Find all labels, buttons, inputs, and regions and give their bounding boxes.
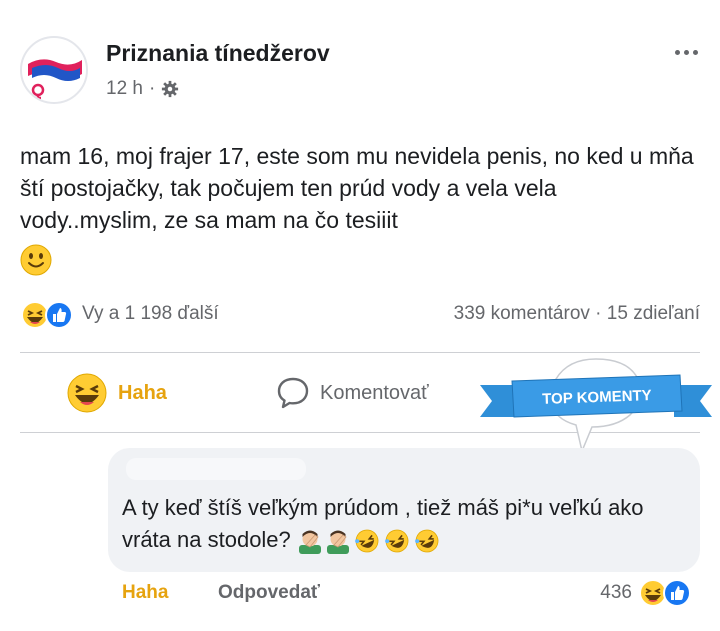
gear-icon	[162, 80, 179, 98]
haha-button[interactable]: Haha	[66, 370, 167, 416]
post-header: Priznania tínedžerov 12 h ·	[20, 34, 710, 114]
haha-reaction-icon	[639, 579, 667, 607]
comment-icon	[277, 377, 309, 409]
comment-body: A ty keď štíš veľkým prúdom , tiež máš p…	[122, 492, 682, 556]
haha-reaction-icon	[67, 373, 107, 413]
meta-separator: ·	[148, 78, 156, 99]
divider-top	[20, 352, 700, 353]
shares-count[interactable]: 15 zdieľaní	[607, 303, 700, 324]
comment-emojis	[298, 529, 439, 555]
slightly-smiling-face-icon	[20, 244, 52, 276]
rofl-icon	[385, 529, 409, 553]
haha-label: Haha	[118, 381, 167, 404]
post-meta: 12 h ·	[106, 78, 179, 100]
rofl-icon	[415, 529, 439, 553]
comment-button[interactable]: Komentovať	[276, 370, 429, 416]
post-text: mam 16, moj frajer 17, este som mu nevid…	[20, 143, 694, 233]
commenter-name-redacted	[126, 458, 306, 480]
comments-count[interactable]: 339 komentárov	[454, 303, 590, 324]
comment-reaction-icons[interactable]	[638, 578, 698, 608]
facepalm-man-icon	[326, 530, 349, 555]
more-options-icon[interactable]	[666, 40, 706, 64]
reaction-icons[interactable]	[20, 300, 80, 330]
page-logo	[23, 39, 85, 101]
page-avatar[interactable]	[20, 36, 88, 104]
comment-reaction-count[interactable]: 436	[600, 582, 632, 604]
facepalm-man-icon	[298, 530, 321, 555]
reactions-summary: Vy a 1 198 ďalší 339 komentárov · 15 zdi…	[20, 298, 700, 332]
page-name[interactable]: Priznania tínedžerov	[106, 40, 330, 67]
comment-haha-button[interactable]: Haha	[122, 582, 168, 604]
like-reaction-icon	[663, 579, 691, 607]
comment-label: Komentovať	[320, 381, 429, 404]
like-reaction-icon	[45, 301, 73, 329]
counts-separator: ·	[595, 303, 602, 324]
comment-actions: Haha Odpovedať 436	[122, 579, 702, 612]
rofl-icon	[355, 529, 379, 553]
comment-reply-button[interactable]: Odpovedať	[218, 582, 320, 604]
post-time[interactable]: 12 h	[106, 78, 143, 100]
comment-share-counts: 339 komentárov · 15 zdieľaní	[454, 303, 700, 325]
haha-reaction-icon	[21, 301, 49, 329]
reaction-summary-text[interactable]: Vy a 1 198 ďalší	[82, 303, 219, 325]
